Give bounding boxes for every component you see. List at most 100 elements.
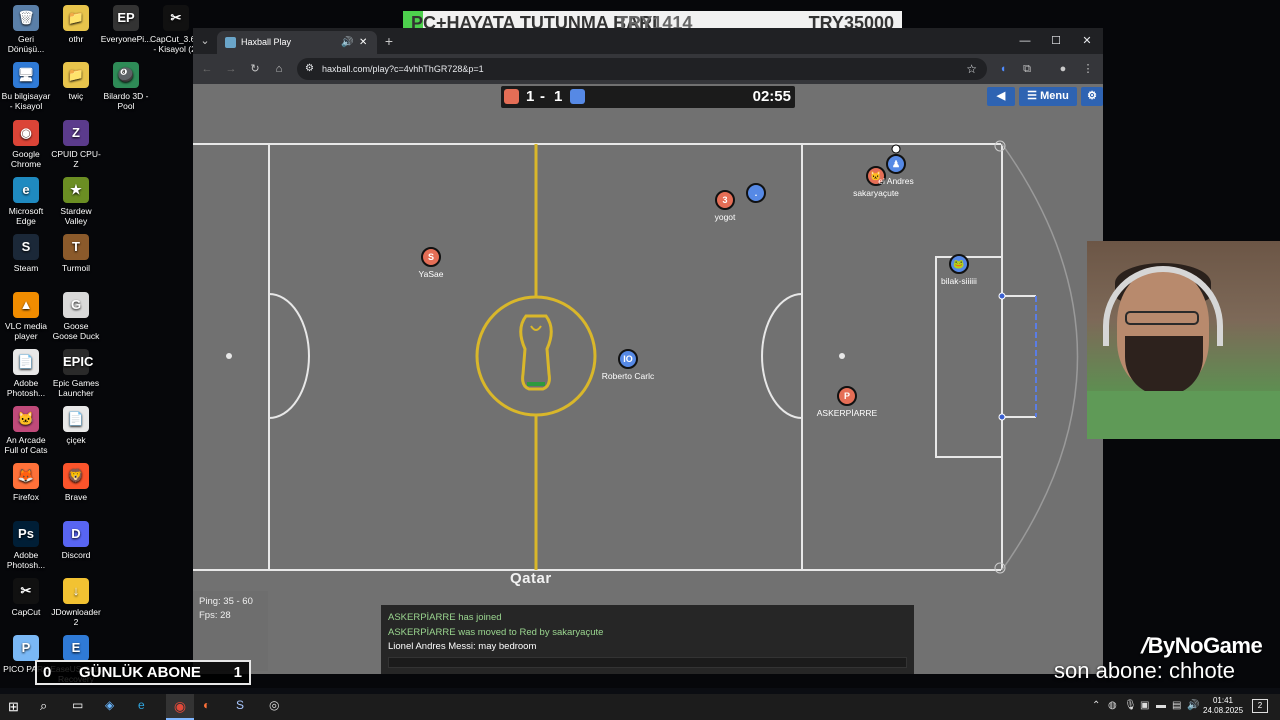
desktop-icon[interactable]: 🎱 Bilardo 3D - Pool	[100, 62, 152, 111]
player-name: Roberto Carlc	[601, 371, 655, 381]
url-text: haxball.com/play?c=4vhhThGR728&p=1	[322, 64, 484, 74]
forward-arrow-icon[interactable]: →	[223, 61, 239, 77]
app-icon: 🦊	[13, 463, 39, 490]
tab-close-icon[interactable]: ✕	[359, 31, 367, 54]
desktop-icon[interactable]: ▲ VLC media player	[0, 291, 52, 341]
desktop-icon-label: Google Chrome	[10, 148, 42, 169]
desktop-icon-label: JDownloader 2	[51, 607, 101, 627]
sub-counter-left: 0	[43, 664, 52, 681]
desktop-icon[interactable]: 🦊 Firefox	[0, 463, 52, 502]
app-icon: 🖥	[13, 62, 39, 89]
desktop-icon[interactable]: T Turmoil	[50, 234, 102, 273]
chrome-taskbar-icon[interactable]: ◉	[166, 694, 194, 720]
sound-icon[interactable]: ◀	[987, 87, 1015, 106]
desktop-icon-label: Turmoil	[61, 263, 91, 274]
app-icon: P	[13, 635, 39, 662]
tray-monitor-icon[interactable]: ▣	[1140, 700, 1149, 711]
desktop-icon[interactable]: ★ Stardew Valley	[50, 176, 102, 226]
desktop-icon[interactable]: 🐱 An Arcade Full of Cats	[0, 406, 52, 455]
maximize-button[interactable]: ☐	[1047, 33, 1065, 49]
tray-app-icon[interactable]: ◍	[1108, 700, 1117, 711]
network-icon[interactable]: ▬	[1156, 700, 1166, 711]
volume-icon[interactable]: 🔊	[1187, 700, 1199, 711]
reload-icon[interactable]: ↻	[247, 61, 263, 77]
extension-icon[interactable]: ◖	[995, 61, 1011, 77]
desktop-icon-label: Adobe Photosh...	[6, 549, 46, 570]
notification-count: 2	[1257, 701, 1263, 710]
minimize-button[interactable]: —	[1016, 33, 1034, 49]
desktop-icon[interactable]: 🗑 Geri Dönüşü...	[0, 5, 52, 54]
score-red: 1	[526, 88, 535, 105]
settings-gear-icon[interactable]: ⚙	[1081, 87, 1103, 106]
app-icon: EP	[113, 5, 139, 31]
desktop-icon[interactable]: 📄 Adobe Photosh...	[0, 348, 52, 398]
desktop-icon[interactable]: 📄 çiçek	[50, 406, 102, 445]
close-window-button[interactable]: ✕	[1078, 33, 1096, 49]
desktop-icon[interactable]: Z CPUID CPU-Z	[50, 119, 102, 169]
haxball-game[interactable]: Qatar S YaSae 3 yogot IO Roberto Carlc P ASKERP…	[193, 84, 1103, 674]
tray-display-icon[interactable]: ▤	[1172, 700, 1181, 711]
desktop-icon[interactable]: D Discord	[50, 520, 102, 560]
edge-taskbar-icon[interactable]: e	[138, 698, 154, 714]
desktop-icon[interactable]: S Steam	[0, 234, 52, 273]
player-disc: 🐸	[949, 254, 969, 274]
desktop-icon[interactable]: EPIC Epic Games Launcher	[50, 348, 102, 398]
clock[interactable]: 01:41 24.08.2025	[1203, 696, 1243, 716]
obs-taskbar-icon[interactable]: ◎	[269, 698, 285, 714]
desktop-icon[interactable]: e Microsoft Edge	[0, 176, 52, 226]
player-name: YaSae	[418, 269, 444, 279]
site-info-icon[interactable]: ⚙	[305, 58, 314, 80]
tab-haxball[interactable]: Haxball Play 🔊 ✕	[217, 31, 377, 54]
daily-subscriber-counter: 0 GÜNLÜK ABONE 1	[35, 660, 251, 685]
copilot-icon[interactable]: ◈	[105, 698, 121, 714]
tray-chevron-icon[interactable]: ⌃	[1092, 700, 1100, 711]
menu-icon: ☰	[1027, 90, 1041, 102]
ball	[891, 144, 901, 154]
goal-post-bottom	[998, 413, 1006, 421]
chrome-menu-icon[interactable]: ⋮	[1080, 61, 1096, 77]
sub-counter-right: 1	[233, 664, 242, 681]
desktop-icon[interactable]: 🖥 Bu bilgisayar - Kisayol	[0, 62, 52, 111]
address-bar[interactable]: ⚙ haxball.com/play?c=4vhhThGR728&p=1 ☆	[297, 58, 987, 80]
desktop-icon[interactable]: ✂ CapCut	[0, 578, 52, 617]
firefox-taskbar-icon[interactable]: ◐	[203, 698, 219, 714]
left-spot	[226, 353, 232, 359]
desktop-icon-label: CPUID CPU-Z	[51, 148, 101, 169]
desktop-icon[interactable]: 🦁 Brave	[50, 463, 102, 502]
desktop-icon[interactable]: Ps Adobe Photosh...	[0, 520, 52, 570]
new-tab-button[interactable]: +	[381, 33, 397, 49]
player-disc: S	[421, 247, 441, 267]
chat-message: ASKERPİARRE was moved to Red by sakaryaç…	[388, 626, 604, 638]
app-icon: G	[63, 291, 89, 318]
player: 3 yogot	[715, 190, 735, 222]
desktop-icon[interactable]: EP EveryonePi...	[100, 5, 152, 44]
menu-label: Menu	[1040, 90, 1069, 102]
start-windows-icon[interactable]: ⊞	[8, 699, 24, 715]
microphone-icon[interactable]: 🎙	[1124, 700, 1137, 711]
browser-toolbar: ← → ↻ ⌂ ⚙ haxball.com/play?c=4vhhThGR728…	[193, 54, 1103, 84]
app-icon: 🎱	[113, 62, 139, 89]
browser-window: ⌄ Haxball Play 🔊 ✕ + — ☐ ✕ ← → ↻ ⌂ ⚙ hax…	[193, 28, 1103, 674]
puzzle-extensions-icon[interactable]: ⧉	[1019, 61, 1035, 77]
steam-taskbar-icon[interactable]: S	[236, 698, 252, 714]
desktop-icon[interactable]: 📁 twiç	[50, 62, 102, 101]
desktop-icon[interactable]: 📁 othr	[50, 5, 102, 44]
chat-input[interactable]	[388, 657, 907, 668]
desktop-icon[interactable]: ◉ Google Chrome	[0, 119, 52, 169]
profile-icon[interactable]: ●	[1055, 61, 1071, 77]
app-icon: 🗑	[13, 5, 39, 31]
speaker-icon[interactable]: 🔊	[341, 31, 353, 54]
app-icon: ✂	[163, 5, 189, 31]
search-icon[interactable]: ⌕	[40, 698, 56, 714]
back-arrow-icon[interactable]: ←	[199, 61, 215, 77]
chat-message: ASKERPİARRE has joined	[388, 612, 502, 623]
desktop-icon[interactable]: ↓ JDownloader 2	[50, 578, 102, 627]
task-view-icon[interactable]: ▭	[72, 698, 88, 714]
tab-search-icon[interactable]: ⌄	[197, 33, 213, 49]
desktop-icon[interactable]: G Goose Goose Duck	[50, 291, 102, 341]
bookmark-star-icon[interactable]: ☆	[966, 58, 977, 80]
notification-icon[interactable]: 2	[1252, 699, 1268, 713]
menu-button[interactable]: ☰ Menu	[1019, 87, 1077, 106]
player: ♟ el Andres	[878, 154, 914, 186]
home-icon[interactable]: ⌂	[271, 61, 287, 77]
